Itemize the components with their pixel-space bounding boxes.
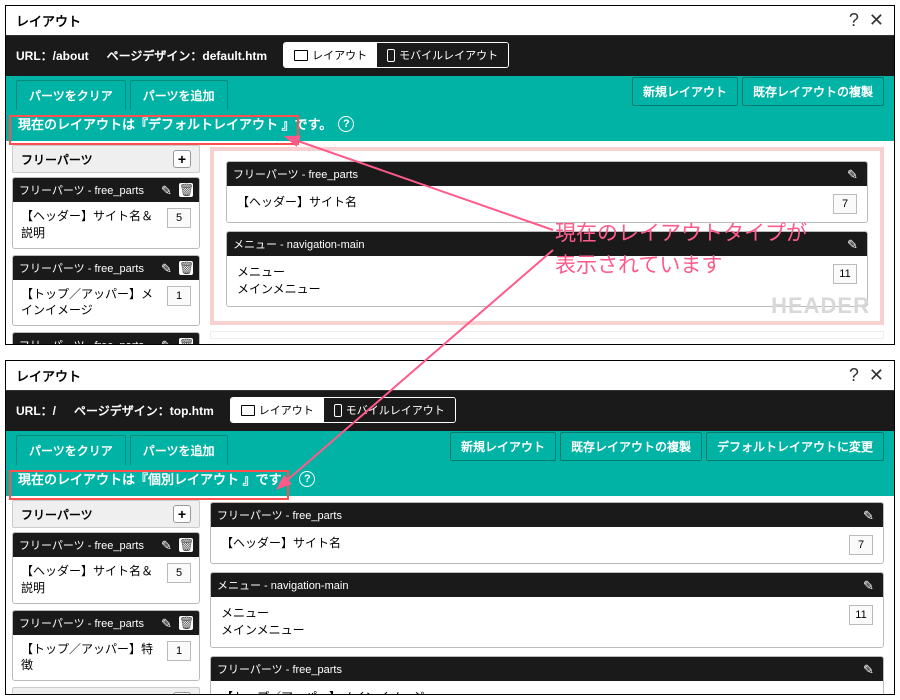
edit-icon[interactable] (161, 616, 175, 630)
panel-title: レイアウト (16, 11, 81, 30)
status-bar: 現在のレイアウトは『デフォルトレイアウト 』です。 ? (6, 106, 894, 141)
count-box: 11 (849, 605, 873, 625)
annotation-text: 現在のレイアウトタイプが表示されています (555, 218, 807, 281)
mode-layout-button[interactable]: レイアウト (231, 398, 324, 422)
info-bar: URL：/ ページデザイン：top.htm レイアウト モバイルレイアウト (6, 391, 894, 431)
section-menu: メニュー + (12, 687, 200, 695)
side-card[interactable]: フリーパーツ - free_parts 【ヘッダー】サイト名＆説明5 (12, 177, 200, 249)
mode-mobile-button[interactable]: モバイルレイアウト (324, 398, 455, 422)
titlebar: レイアウト ? ✕ (6, 6, 894, 36)
duplicate-layout-button[interactable]: 既存レイアウトの複製 (742, 77, 884, 106)
edit-icon[interactable] (161, 261, 175, 275)
edit-icon[interactable] (161, 338, 175, 345)
delete-icon[interactable] (179, 261, 193, 275)
new-layout-button[interactable]: 新規レイアウト (632, 77, 738, 106)
help-circle-icon[interactable]: ? (299, 471, 315, 487)
main-card[interactable]: メニュー - navigation-main メニューメインメニュー11 (210, 572, 884, 648)
url-label: URL：/ (16, 402, 56, 419)
delete-icon[interactable] (179, 538, 193, 552)
panel-top: レイアウト ? ✕ URL：/about ページデザイン：default.htm… (5, 5, 895, 345)
count-box: 7 (833, 194, 857, 214)
delete-icon[interactable] (179, 338, 193, 345)
help-icon[interactable]: ? (849, 10, 859, 31)
delete-icon[interactable] (179, 616, 193, 630)
status-text: 現在のレイアウトは『デフォルトレイアウト 』です。 (18, 114, 332, 133)
close-icon[interactable]: ✕ (869, 365, 884, 386)
sidebar: フリーパーツ + フリーパーツ - free_parts 【ヘッダー】サイト名＆… (6, 496, 206, 695)
mobile-icon (334, 404, 342, 417)
add-icon[interactable]: + (173, 505, 191, 523)
change-to-default-button[interactable]: デフォルトレイアウトに変更 (706, 432, 884, 461)
help-circle-icon[interactable]: ? (338, 116, 354, 132)
region-label: HEADER (771, 293, 870, 319)
tab-add-parts[interactable]: パーツを追加 (130, 435, 228, 465)
mode-toggle: レイアウト モバイルレイアウト (283, 42, 509, 68)
action-strip: パーツをクリア パーツを追加 新規レイアウト 既存レイアウトの複製 (6, 76, 894, 106)
tab-add-parts[interactable]: パーツを追加 (130, 80, 228, 110)
edit-icon[interactable] (161, 538, 175, 552)
side-card[interactable]: フリーパーツ - free_parts (12, 332, 200, 345)
status-text: 現在のレイアウトは『個別レイアウト 』です。 (18, 469, 293, 488)
pagedesign-label: ページデザイン：default.htm (107, 47, 267, 64)
section-free-parts: フリーパーツ + (12, 145, 200, 173)
count-box: 1 (167, 286, 191, 306)
edit-icon[interactable] (863, 508, 877, 522)
panel-bottom: レイアウト ? ✕ URL：/ ページデザイン：top.htm レイアウト モバ… (5, 360, 895, 695)
status-bar: 現在のレイアウトは『個別レイアウト 』です。 ? (6, 461, 894, 496)
section-free-parts: フリーパーツ + (12, 500, 200, 528)
edit-icon[interactable] (161, 183, 175, 197)
side-card[interactable]: フリーパーツ - free_parts 【ヘッダー】サイト名＆説明5 (12, 532, 200, 604)
main-card[interactable]: フリーパーツ - free_parts 【ヘッダー】サイト名7 (226, 161, 868, 223)
action-strip: パーツをクリア パーツを追加 新規レイアウト 既存レイアウトの複製 デフォルトレ… (6, 431, 894, 461)
mode-mobile-button[interactable]: モバイルレイアウト (377, 43, 508, 67)
url-label: URL：/about (16, 47, 89, 64)
close-icon[interactable]: ✕ (869, 10, 884, 31)
count-box: 11 (833, 264, 857, 284)
panel-title: レイアウト (16, 366, 81, 385)
edit-icon[interactable] (847, 167, 861, 181)
edit-icon[interactable] (847, 237, 861, 251)
count-box: 5 (167, 563, 191, 583)
mode-layout-button[interactable]: レイアウト (284, 43, 377, 67)
sidebar: フリーパーツ + フリーパーツ - free_parts 【ヘッダー】サイト名＆… (6, 141, 206, 345)
main-area: フリーパーツ - free_parts 【ヘッダー】サイト名7 メニュー - n… (206, 496, 894, 695)
count-box: 7 (849, 535, 873, 555)
add-icon[interactable]: + (173, 692, 191, 695)
pagedesign-label: ページデザイン：top.htm (74, 402, 214, 419)
new-layout-button[interactable]: 新規レイアウト (450, 432, 556, 461)
side-card[interactable]: フリーパーツ - free_parts 【トップ／アッパー】メインイメージ1 (12, 255, 200, 327)
tab-clear-parts[interactable]: パーツをクリア (16, 435, 126, 465)
main-card[interactable]: フリーパーツ - free_parts 【トップ／アッパー】メインイメージ (210, 656, 884, 695)
duplicate-layout-button[interactable]: 既存レイアウトの複製 (560, 432, 702, 461)
delete-icon[interactable] (179, 183, 193, 197)
workarea: フリーパーツ + フリーパーツ - free_parts 【ヘッダー】サイト名＆… (6, 496, 894, 695)
titlebar: レイアウト ? ✕ (6, 361, 894, 391)
count-box: 1 (167, 641, 191, 661)
mobile-icon (387, 49, 395, 62)
count-box: 5 (167, 208, 191, 228)
mode-toggle: レイアウト モバイルレイアウト (230, 397, 456, 423)
help-icon[interactable]: ? (849, 365, 859, 386)
info-bar: URL：/about ページデザイン：default.htm レイアウト モバイ… (6, 36, 894, 76)
edit-icon[interactable] (863, 662, 877, 676)
edit-icon[interactable] (863, 578, 877, 592)
desktop-icon (294, 50, 308, 61)
add-icon[interactable]: + (173, 150, 191, 168)
tab-clear-parts[interactable]: パーツをクリア (16, 80, 126, 110)
side-card[interactable]: フリーパーツ - free_parts 【トップ／アッパー】特徴1 (12, 610, 200, 682)
desktop-icon (241, 405, 255, 416)
main-card[interactable]: フリーパーツ - free_parts 【ヘッダー】サイト名7 (210, 502, 884, 564)
